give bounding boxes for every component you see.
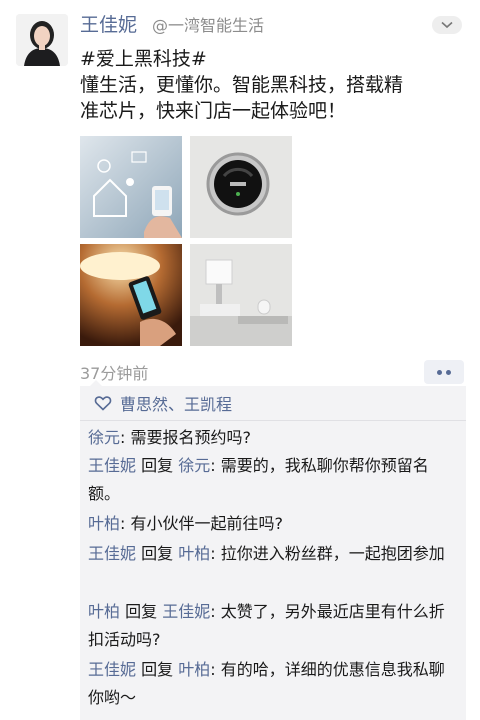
comment-reply-to[interactable]: 王佳妮	[162, 602, 210, 621]
comment-text: : 需要报名预约吗?	[120, 428, 251, 447]
comment-item[interactable]: 叶柏: 有小伙伴一起前往吗?	[88, 510, 458, 538]
comment-text: : 需要的，我私聊你帮你预留名额。	[88, 456, 429, 503]
comment-user[interactable]: 叶柏	[88, 602, 120, 621]
comment-item[interactable]: 徐元: 需要报名预约吗?	[88, 424, 458, 452]
comment-user[interactable]: 徐元	[88, 428, 120, 447]
comment-reply-to[interactable]: 叶柏	[178, 544, 210, 563]
comment-item[interactable]: 王佳妮 回复 叶柏: 拉你进入粉丝群，一起抱团参加	[88, 540, 458, 568]
comment-reply-to[interactable]: 叶柏	[178, 660, 210, 679]
likes-names[interactable]: 曹思然、王凯程	[120, 391, 232, 415]
chevron-down-icon	[441, 21, 453, 29]
comment-reply-to[interactable]: 徐元	[178, 456, 210, 475]
comments-section: 曹思然、王凯程 徐元: 需要报名预约吗? 王佳妮 回复 徐元: 需要的，我私聊你…	[80, 380, 466, 720]
heart-icon	[94, 396, 112, 411]
avatar-portrait-image	[16, 14, 68, 66]
comment-item[interactable]: 王佳妮 回复 徐元: 需要的，我私聊你帮你预留名额。	[88, 452, 458, 508]
comment-reply-word: 回复	[141, 456, 174, 475]
post-body-line: 准芯片，快来门店一起体验吧！	[80, 100, 347, 122]
comment-user[interactable]: 王佳妮	[88, 544, 136, 563]
photo-smart-home[interactable]	[80, 136, 182, 238]
photo-smart-lamp[interactable]	[80, 244, 182, 346]
photo-thermostat[interactable]	[190, 136, 292, 238]
comment-text: : 拉你进入粉丝群，一起抱团参加	[210, 544, 445, 563]
more-dots-icon-dot	[446, 369, 451, 375]
comment-text: : 有小伙伴一起前往吗?	[120, 514, 283, 533]
more-dots-icon	[437, 369, 442, 375]
comment-user[interactable]: 叶柏	[88, 514, 120, 533]
post-menu-button[interactable]	[432, 16, 462, 34]
likes-row: 曹思然、王凯程	[80, 386, 466, 421]
comment-user[interactable]: 王佳妮	[88, 660, 136, 679]
comment-reply-word: 回复	[125, 602, 158, 621]
comment-item[interactable]: 叶柏 回复 王佳妮: 太赞了，另外最近店里有什么折扣活动吗?	[88, 598, 458, 654]
post-body-line: 懂生活，更懂你。智能黑科技，搭载精	[80, 74, 404, 96]
more-actions-button[interactable]	[424, 360, 464, 384]
author-handle: @一湾智能生活	[152, 16, 265, 35]
comment-reply-word: 回复	[141, 544, 174, 563]
photo-smart-speaker[interactable]	[190, 244, 292, 346]
comment-user[interactable]: 王佳妮	[88, 456, 136, 475]
avatar[interactable]	[16, 14, 68, 66]
author-name[interactable]: 王佳妮	[80, 12, 137, 38]
comment-reply-word: 回复	[141, 660, 174, 679]
photo-grid	[80, 136, 294, 346]
comment-item[interactable]: 王佳妮 回复 叶柏: 有的哈，详细的优惠信息我私聊你哟～	[88, 656, 458, 712]
post-text: #爱上黑科技# 懂生活，更懂你。智能黑科技，搭载精 准芯片，快来门店一起体验吧！	[80, 46, 472, 124]
post-hashtag[interactable]: #爱上黑科技#	[80, 46, 472, 72]
